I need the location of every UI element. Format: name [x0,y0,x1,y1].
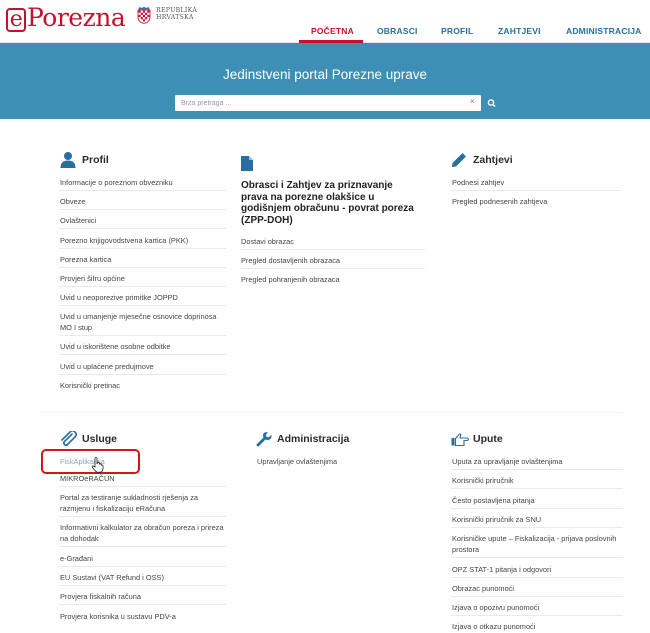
usluge-link-pdv[interactable]: Provjera korisnika u sustavu PDV-a [60,612,176,622]
section-separator [40,412,623,413]
upute-link-obrazac-punomoci[interactable]: Obrazac punomoći [452,584,514,594]
divider [240,249,425,250]
profil-section-title: Profil [82,154,109,166]
nav-obrasci[interactable]: OBRASCI [377,26,418,36]
nav-administracija[interactable]: ADMINISTRACIJA [566,26,642,36]
search-input[interactable] [181,96,461,110]
top-bar: e Porezna REPUBLIKA HRVATSKA POČETNA OBRA… [0,0,650,42]
divider [451,596,623,597]
upute-link-fiskalizacija-line2[interactable]: prostora [452,545,479,555]
search-icon[interactable] [485,95,499,111]
profil-link-umanjenje-line1[interactable]: Uvid u umanjenje mjesečne osnovice dopri… [60,312,217,322]
divider [59,566,226,567]
usluge-link-eu-sustavi[interactable]: EU Sustavi (VAT Refund i OSS) [60,573,164,583]
zahtjevi-link-pregled[interactable]: Pregled podnesenih zahtjeva [452,197,547,207]
upute-link-snu[interactable]: Korisnički priručnik za SNU [452,515,541,525]
divider [451,577,623,578]
usluge-link-kalkulator-line1[interactable]: Informativni kalkulator za obračun porez… [60,523,224,533]
banner-title: Jedinstveni portal Porezne uprave [222,67,428,82]
divider [451,508,623,509]
profil-link-ovlastenici[interactable]: Ovlaštenici [60,216,96,226]
administracija-section-title: Administracija [277,433,350,445]
divider [59,604,226,605]
upute-section-title: Upute [473,433,503,445]
document-icon [241,156,253,171]
logo-e: e [6,8,26,32]
pointing-hand-icon [451,433,469,446]
upute-link-prirucnik[interactable]: Korisnički priručnik [452,476,514,486]
obrasci-section-title: Obrasci i Zahtjev za priznavanje prava n… [241,180,414,226]
wrench-icon [256,432,272,447]
divider [451,527,623,528]
divider [59,248,226,249]
divider [59,228,226,229]
divider [59,516,226,517]
profil-link-umanjenje-line2[interactable]: MO I stup [60,323,92,333]
nav-pocetna[interactable]: POČETNA [311,26,354,36]
user-icon [60,152,76,168]
divider [59,267,226,268]
usluge-link-mikroeracun[interactable]: MIKROeRAČUN [60,474,115,484]
profil-link-pretinac[interactable]: Korisnički pretinac [60,381,120,391]
hand-cursor-icon [91,457,104,473]
profil-link-obveze[interactable]: Obveze [60,197,85,207]
upute-link-opz-stat[interactable]: OPZ STAT-1 pitanja i odgovori [452,565,551,575]
profil-link-sifra-opcine[interactable]: Provjeri šifru općine [60,274,125,284]
profil-link-porezna-kartica[interactable]: Porezna kartica [60,255,111,265]
divider [59,335,226,336]
divider [451,488,623,489]
upute-link-fiskalizacija-line1[interactable]: Korisničke upute – Fiskalizacija - prija… [452,534,616,544]
divider [59,486,226,487]
republika-hrvatska-label: REPUBLIKA HRVATSKA [156,7,198,21]
zahtjevi-section-title: Zahtjevi [473,154,513,166]
divider [451,615,623,616]
divider [59,190,226,191]
upute-link-ovlastenja[interactable]: Uputa za upravljanje ovlaštenjima [452,457,563,467]
profil-link-joppd[interactable]: Uvid u neoporezive primitke JOPPD [60,293,178,303]
profil-link-pkk[interactable]: Porezno knjigovodstvena kartica (PKK) [60,236,188,246]
nav-profil[interactable]: PROFIL [441,26,473,36]
upute-link-otkaz[interactable]: Izjava o otkazu punomoći [452,622,535,632]
divider [59,354,226,355]
usluge-link-portal-line1[interactable]: Portal za testiranje sukladnosti rješenj… [60,493,198,503]
profil-link-informacije[interactable]: Informacije o poreznom obvezniku [60,178,173,188]
zahtjevi-link-podnesi[interactable]: Podnesi zahtjev [452,178,504,188]
croatian-coat-of-arms-icon [137,6,151,24]
divider [451,557,623,558]
obrasci-link-pohranjeni[interactable]: Pregled pohranjenih obrazaca [241,275,340,285]
usluge-link-e-gradani[interactable]: e-Građani [60,554,93,564]
logo-text: Porezna [27,3,126,32]
divider [240,268,425,269]
nav-zahtjevi[interactable]: ZAHTJEVI [498,26,541,36]
pencil-icon [452,153,466,167]
divider [59,585,226,586]
divider [59,546,226,547]
usluge-link-portal-line2[interactable]: razmjenu i fiskalizaciju eRačuna [60,504,165,514]
divider [59,374,226,375]
divider [59,209,226,210]
search-box: × [175,95,481,111]
obrasci-link-dostavljeni[interactable]: Pregled dostavljenih obrazaca [241,256,340,266]
upute-link-opoziv[interactable]: Izjava o opozivu punomoći [452,603,539,613]
obrasci-link-dostavi[interactable]: Dostavi obrazac [241,237,294,247]
usluge-link-kalkulator-line2[interactable]: na dohodak [60,534,99,544]
clear-search-icon[interactable]: × [470,97,475,106]
eporezna-logo[interactable]: e Porezna [6,3,126,32]
usluge-link-fiskalni-racuni[interactable]: Provjera fiskalnih računa [60,592,141,602]
divider [451,190,621,191]
profil-link-odbitci[interactable]: Uvid u iskorištene osobne odbitke [60,342,171,352]
divider [59,286,226,287]
divider [59,305,226,306]
profil-link-predujmovi[interactable]: Uvid u uplaćene predujmove [60,362,154,372]
upute-link-faq[interactable]: Često postavljena pitanja [452,496,535,506]
usluge-section-title: Usluge [82,433,118,445]
divider [451,469,623,470]
administracija-link-ovlastenja[interactable]: Upravljanje ovlaštenjima [257,457,337,467]
paperclip-icon [61,431,77,446]
